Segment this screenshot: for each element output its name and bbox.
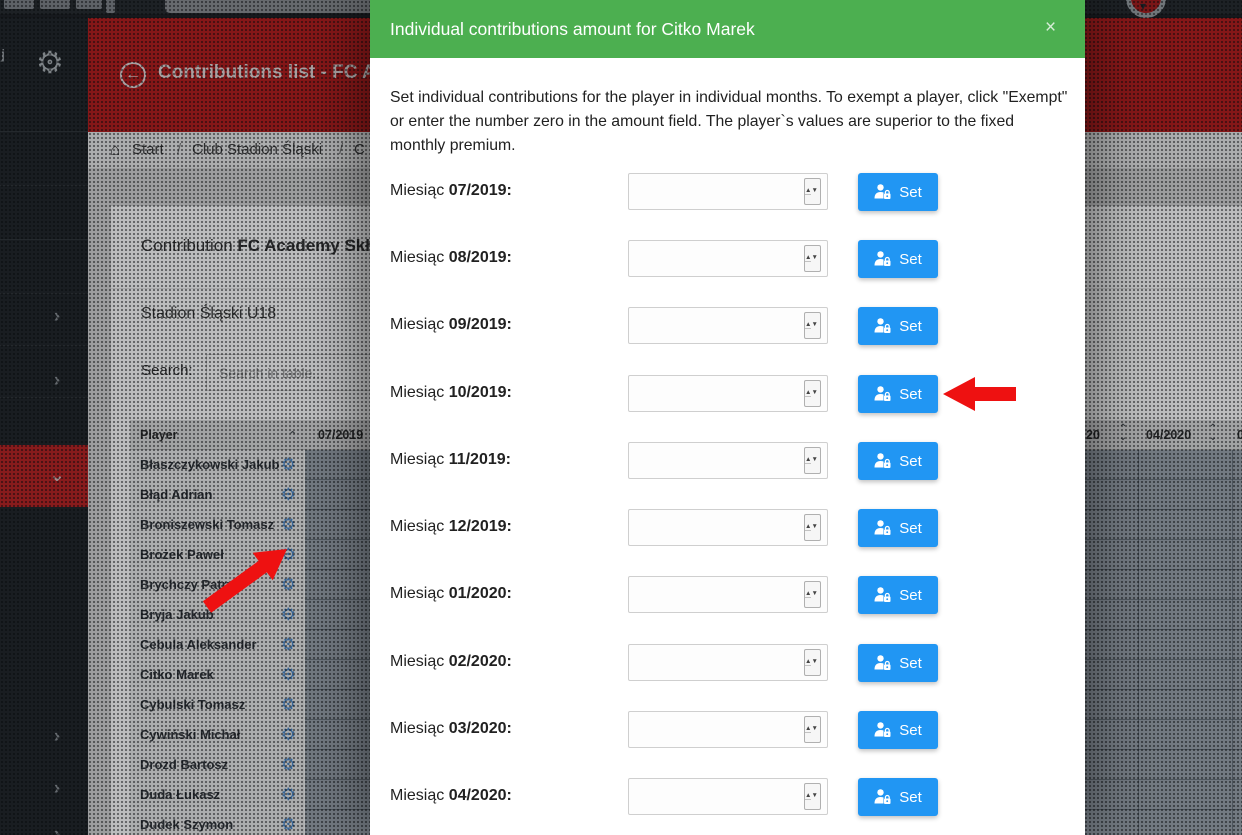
user-lock-icon (874, 251, 891, 267)
month-label: Miesiąc 01/2020: (390, 585, 512, 603)
set-button-12-2019[interactable]: Set (858, 509, 938, 547)
month-label: Miesiąc 04/2020: (390, 787, 512, 805)
number-spinner[interactable]: ▲▼ (804, 783, 821, 810)
amount-input-08-2019[interactable] (628, 240, 828, 277)
modal-description: Set individual contributions for the pla… (390, 86, 1068, 158)
number-spinner[interactable]: ▲▼ (804, 312, 821, 339)
spin-down-icon[interactable]: ▼ (811, 254, 817, 261)
amount-input-11-2019[interactable] (628, 442, 828, 479)
number-spinner[interactable]: ▲▼ (804, 581, 821, 608)
number-spinner[interactable]: ▲▼ (804, 447, 821, 474)
user-lock-icon (874, 520, 891, 536)
set-button-01-2020[interactable]: Set (858, 576, 938, 614)
user-lock-icon (874, 722, 891, 738)
amount-input-09-2019[interactable] (628, 307, 828, 344)
month-label: Miesiąc 12/2019: (390, 518, 512, 536)
spin-down-icon[interactable]: ▼ (811, 590, 817, 597)
spin-down-icon[interactable]: ▼ (811, 725, 817, 732)
user-lock-icon (874, 184, 891, 200)
set-button-09-2019[interactable]: Set (858, 307, 938, 345)
set-button-02-2020[interactable]: Set (858, 644, 938, 682)
amount-input-04-2020[interactable] (628, 778, 828, 815)
user-lock-icon (874, 318, 891, 334)
user-lock-icon (874, 655, 891, 671)
set-button-07-2019[interactable]: Set (858, 173, 938, 211)
month-label: Miesiąc 11/2019: (390, 451, 511, 469)
number-spinner[interactable]: ▲▼ (804, 245, 821, 272)
month-label: Miesiąc 10/2019: (390, 384, 512, 402)
spin-down-icon[interactable]: ▼ (811, 658, 817, 665)
spin-down-icon[interactable]: ▼ (811, 792, 817, 799)
user-lock-icon (874, 789, 891, 805)
amount-input-07-2019[interactable] (628, 173, 828, 210)
set-button-04-2020[interactable]: Set (858, 778, 938, 816)
individual-contributions-modal: Individual contributions amount for Citk… (370, 0, 1085, 835)
amount-input-01-2020[interactable] (628, 576, 828, 613)
user-lock-icon (874, 386, 891, 402)
number-spinner[interactable]: ▲▼ (804, 514, 821, 541)
number-spinner[interactable]: ▲▼ (804, 649, 821, 676)
month-label: Miesiąc 08/2019: (390, 249, 512, 267)
spin-down-icon[interactable]: ▼ (811, 456, 817, 463)
spin-down-icon[interactable]: ▼ (811, 389, 817, 396)
close-icon[interactable]: × (1045, 17, 1056, 39)
modal-title: Individual contributions amount for Citk… (390, 19, 755, 40)
spin-down-icon[interactable]: ▼ (811, 321, 817, 328)
month-label: Miesiąc 09/2019: (390, 316, 512, 334)
set-button-10-2019[interactable]: Set (858, 375, 938, 413)
number-spinner[interactable]: ▲▼ (804, 380, 821, 407)
set-button-11-2019[interactable]: Set (858, 442, 938, 480)
number-spinner[interactable]: ▲▼ (804, 716, 821, 743)
month-label: Miesiąc 02/2020: (390, 653, 512, 671)
set-button-08-2019[interactable]: Set (858, 240, 938, 278)
month-label: Miesiąc 07/2019: (390, 182, 512, 200)
spin-down-icon[interactable]: ▼ (811, 187, 817, 194)
spin-down-icon[interactable]: ▼ (811, 523, 817, 530)
amount-input-12-2019[interactable] (628, 509, 828, 546)
modal-header: Individual contributions amount for Citk… (370, 0, 1085, 58)
month-label: Miesiąc 03/2020: (390, 720, 512, 738)
amount-input-10-2019[interactable] (628, 375, 828, 412)
set-button-03-2020[interactable]: Set (858, 711, 938, 749)
amount-input-03-2020[interactable] (628, 711, 828, 748)
user-lock-icon (874, 453, 891, 469)
user-lock-icon (874, 587, 891, 603)
amount-input-02-2020[interactable] (628, 644, 828, 681)
number-spinner[interactable]: ▲▼ (804, 178, 821, 205)
app-screen: ▾ j ⚙ › › ⌄ › › › ← Contributions list -… (0, 0, 1242, 835)
